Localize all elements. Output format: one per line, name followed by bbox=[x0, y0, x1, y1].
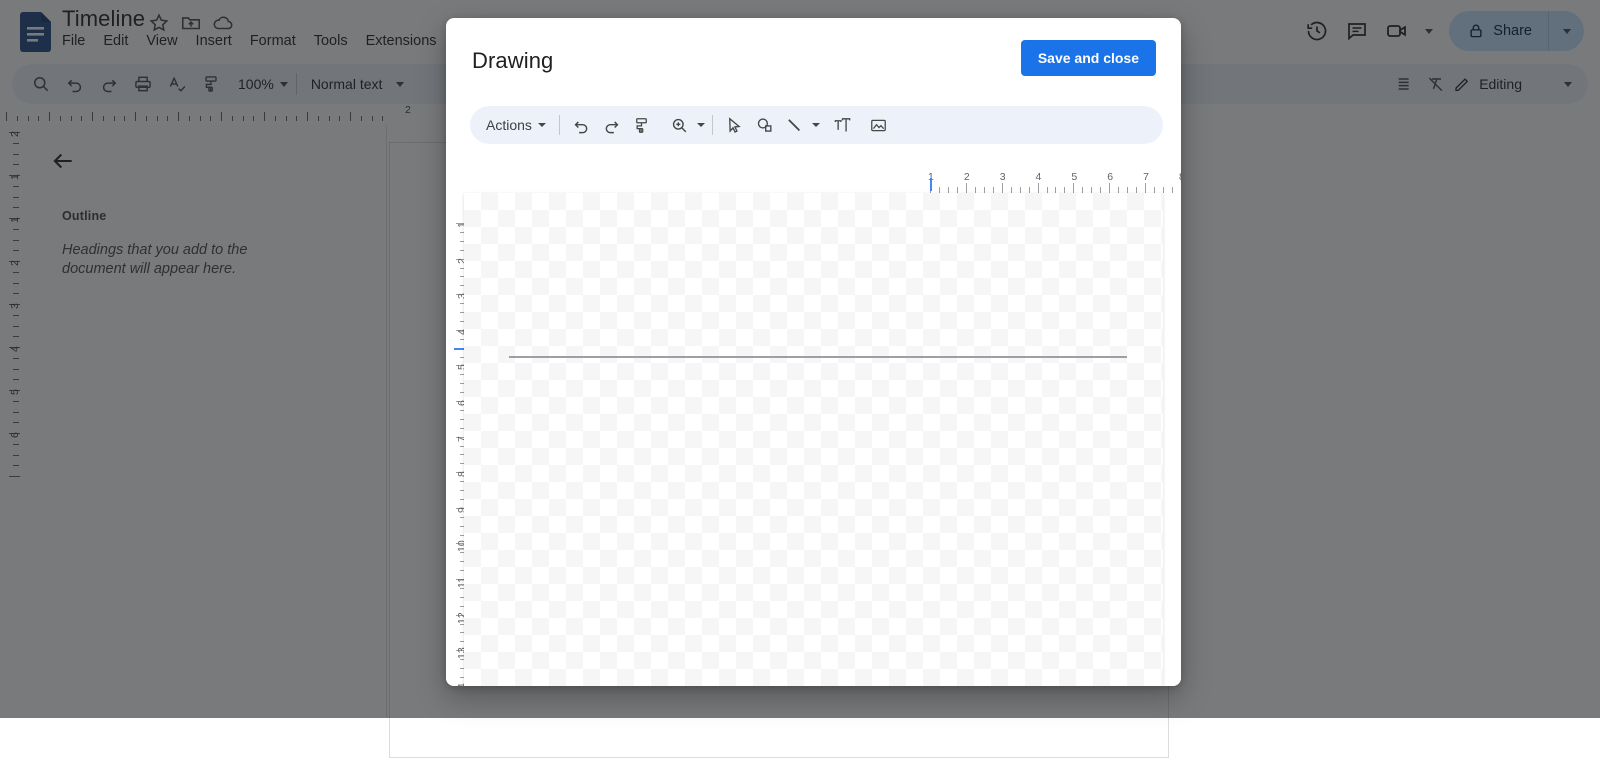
ruler-tick bbox=[1109, 183, 1110, 193]
ruler-label: 2 bbox=[964, 171, 970, 183]
divider bbox=[559, 115, 560, 135]
dialog-title: Drawing bbox=[472, 48, 553, 74]
chevron-down-icon bbox=[538, 123, 546, 127]
drawing-canvas-area: 12345678910111213141516171819 1234567891… bbox=[446, 161, 1181, 686]
drawing-horizontal-ruler[interactable]: 12345678910111213141516171819 bbox=[462, 171, 1181, 193]
ruler-label: 4 bbox=[1036, 171, 1042, 183]
actions-menu-button[interactable]: Actions bbox=[482, 117, 552, 133]
paint-format-icon[interactable] bbox=[627, 110, 657, 140]
ruler-tick bbox=[966, 183, 967, 193]
drawing-dialog: Drawing Save and close Actions bbox=[446, 18, 1181, 686]
zoom-in-icon[interactable] bbox=[665, 110, 695, 140]
image-icon[interactable] bbox=[864, 110, 894, 140]
chevron-down-icon[interactable] bbox=[812, 123, 820, 127]
ruler-tick bbox=[1073, 183, 1074, 193]
undo-icon[interactable] bbox=[567, 110, 597, 140]
ruler-label: 7 bbox=[1143, 171, 1149, 183]
drawing-object-line[interactable] bbox=[509, 356, 1127, 358]
ruler-tick bbox=[1145, 183, 1146, 193]
actions-label: Actions bbox=[486, 117, 532, 133]
text-box-icon[interactable] bbox=[828, 110, 858, 140]
divider bbox=[712, 115, 713, 135]
ruler-tick bbox=[1038, 183, 1039, 193]
ruler-label: 3 bbox=[1000, 171, 1006, 183]
drawing-toolbar: Actions bbox=[470, 106, 1163, 144]
line-icon[interactable] bbox=[780, 110, 810, 140]
ruler-tick bbox=[1172, 187, 1173, 193]
redo-icon[interactable] bbox=[597, 110, 627, 140]
ruler-label: 5 bbox=[1071, 171, 1077, 183]
ruler-indent-marker[interactable] bbox=[930, 178, 932, 191]
chevron-down-icon[interactable] bbox=[697, 123, 705, 127]
shape-icon[interactable] bbox=[750, 110, 780, 140]
ruler-label: 8 bbox=[1179, 171, 1181, 183]
save-and-close-button[interactable]: Save and close bbox=[1021, 40, 1156, 76]
ruler-tick bbox=[1163, 187, 1164, 193]
drawing-canvas[interactable] bbox=[464, 193, 1163, 686]
cursor-arrow-icon[interactable] bbox=[720, 110, 750, 140]
ruler-tick bbox=[1002, 183, 1003, 193]
ruler-label: 6 bbox=[1107, 171, 1113, 183]
